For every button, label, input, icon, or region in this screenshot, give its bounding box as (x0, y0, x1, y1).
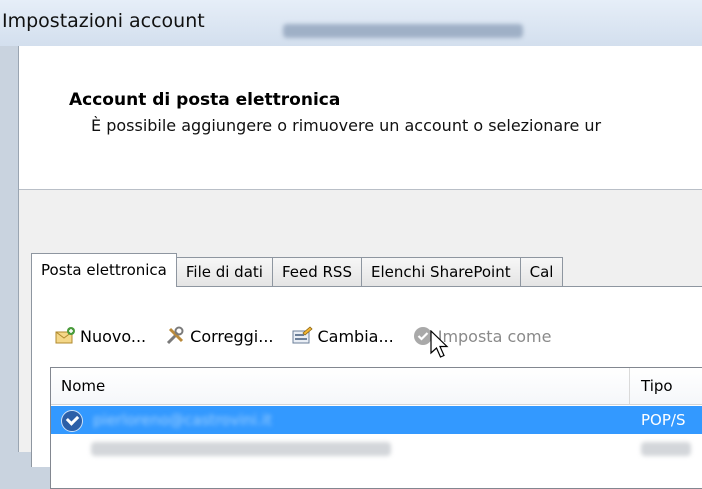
repair-button[interactable]: Correggi... (164, 325, 273, 347)
set-default-label: Imposta come (437, 326, 552, 346)
tools-icon (164, 325, 186, 347)
default-account-check-icon (61, 410, 83, 432)
blurred-row-type (641, 442, 691, 456)
new-mail-icon (54, 325, 76, 347)
column-divider[interactable] (629, 368, 630, 404)
email-tab-panel: Nuovo... Correggi... Cambia... Imposta c… (31, 286, 702, 489)
header-subtitle: È possibile aggiungere o rimuovere un ac… (91, 116, 602, 135)
window-title: Impostazioni account (2, 10, 205, 32)
tab-calendari[interactable]: Cal (520, 257, 564, 287)
new-button[interactable]: Nuovo... (54, 325, 146, 347)
tab-strip: Posta elettronica File di dati Feed RSS … (31, 253, 564, 287)
header-area: Account di posta elettronica È possibile… (19, 46, 702, 190)
blurred-row-content (91, 442, 391, 456)
list-header: Nome Tipo (51, 368, 702, 405)
tab-elenchi-sharepoint[interactable]: Elenchi SharePoint (361, 257, 521, 287)
new-label: Nuovo... (80, 326, 147, 346)
column-header-tipo[interactable]: Tipo (641, 377, 673, 395)
account-type: POP/S (641, 411, 686, 429)
account-settings-window: Account di posta elettronica È possibile… (18, 46, 702, 489)
tab-posta-elettronica[interactable]: Posta elettronica (31, 253, 177, 287)
blurred-title-detail (283, 24, 523, 38)
repair-label: Correggi... (190, 326, 274, 346)
change-button[interactable]: Cambia... (291, 325, 394, 347)
column-header-nome[interactable]: Nome (61, 377, 105, 395)
content-area: Posta elettronica File di dati Feed RSS … (19, 190, 702, 489)
tab-file-di-dati[interactable]: File di dati (176, 257, 273, 287)
table-row[interactable] (51, 436, 702, 464)
title-bar: Impostazioni account (0, 0, 702, 46)
mouse-pointer-icon (430, 329, 452, 364)
account-toolbar: Nuovo... Correggi... Cambia... Imposta c… (54, 323, 569, 349)
account-name: pierloreno@castrovini.it (93, 411, 272, 429)
table-row[interactable]: pierloreno@castrovini.it POP/S (51, 406, 702, 434)
account-list: Nome Tipo pierloreno@castrovini.it POP/S (50, 367, 702, 489)
header-title: Account di posta elettronica (69, 90, 341, 110)
change-account-icon (291, 325, 314, 347)
change-label: Cambia... (317, 326, 394, 346)
tab-feed-rss[interactable]: Feed RSS (272, 257, 362, 287)
